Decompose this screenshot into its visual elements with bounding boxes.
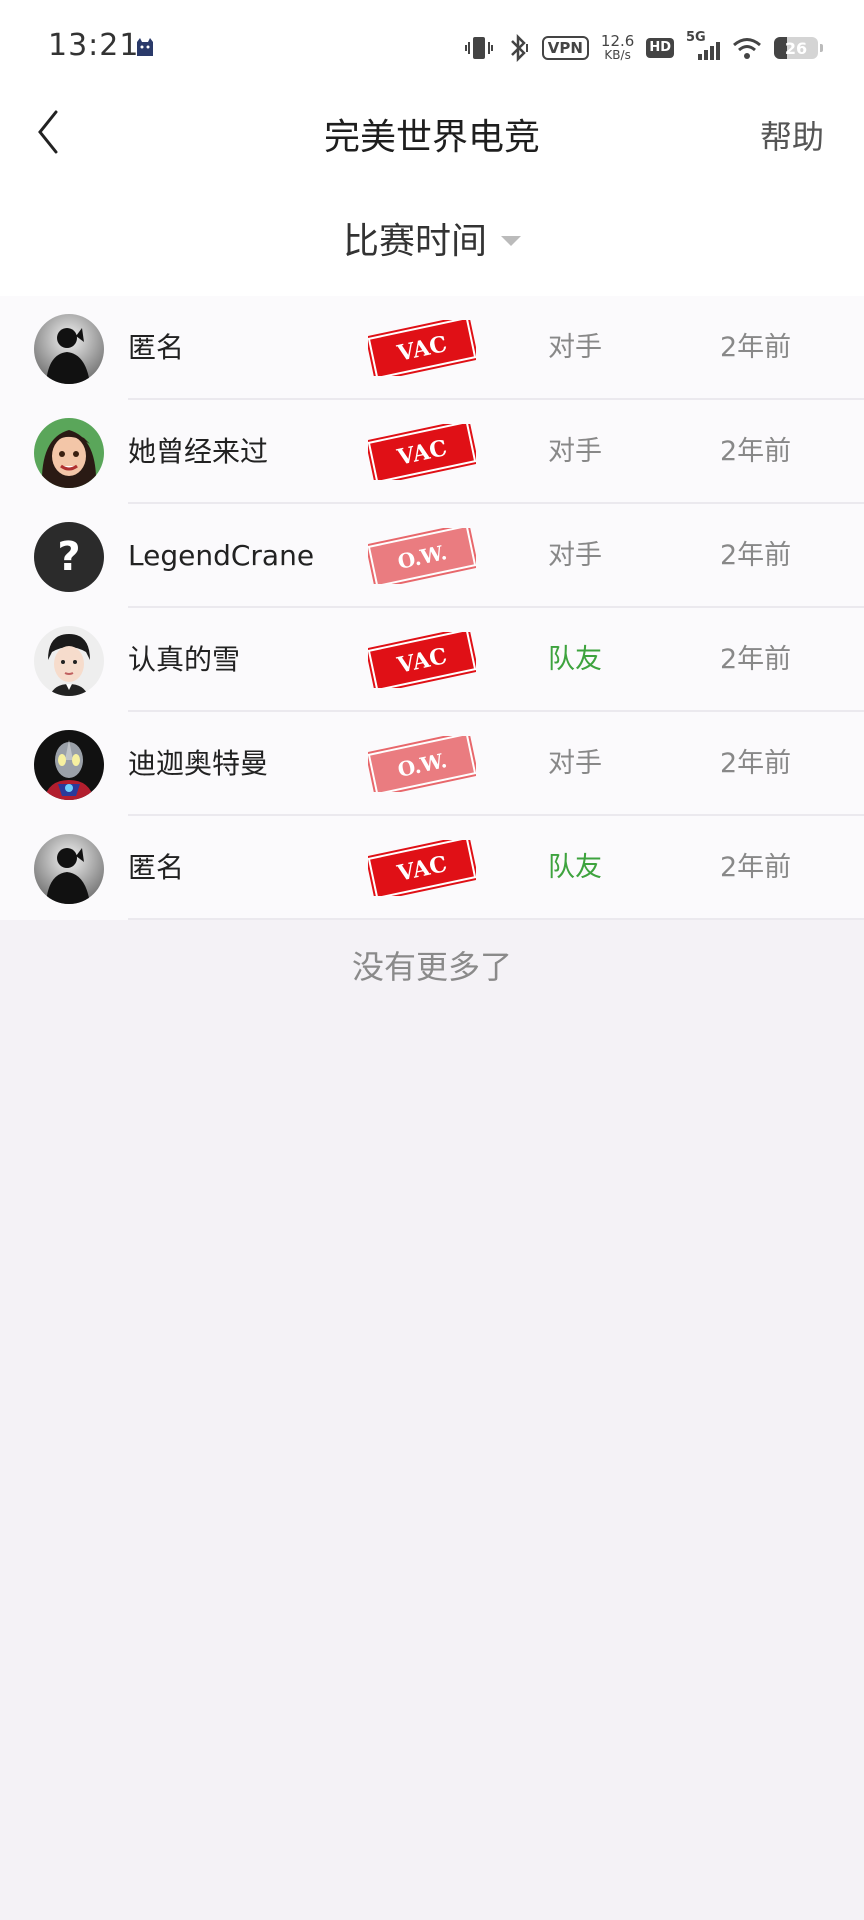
match-time: 2年前 (720, 436, 792, 467)
player-name: 认真的雪 (128, 643, 241, 676)
vpn-badge: VPN (541, 36, 589, 60)
battery-icon: 26 (774, 37, 823, 59)
help-button[interactable]: 帮助 (760, 112, 824, 158)
ultraman-avatar[interactable] (34, 730, 104, 800)
dropdown-caret-icon (501, 236, 521, 246)
player-name: LegendCrane (128, 539, 315, 572)
relation-label: 对手 (548, 748, 602, 779)
page-title: 完美世界电竞 (323, 117, 540, 158)
speed-value: 12.6 (600, 32, 635, 50)
match-time: 2年前 (720, 540, 792, 571)
speed-unit: KB/s (604, 48, 631, 62)
battery-level: 26 (784, 38, 808, 58)
player-name: 迪迦奥特曼 (128, 747, 269, 780)
match-time: 2年前 (720, 332, 792, 363)
sort-filter-dropdown[interactable]: 比赛时间 (0, 212, 864, 264)
navigation-bar: 完美世界电竞 帮助 (0, 96, 864, 166)
status-icons: VPN 12.6 KB/s HD 5G 26 (464, 30, 823, 66)
status-time: 13:21 (48, 28, 140, 63)
relation-label: 队友 (548, 852, 602, 883)
vibrate-icon (464, 37, 493, 59)
match-time: 2年前 (720, 644, 792, 675)
status-bar: 13:21 VPN 12.6 KB/s HD 5G 26 (0, 0, 864, 100)
silhouette-avatar[interactable] (34, 834, 104, 904)
player-row[interactable]: 匿名 VAC 对手 2年前 (0, 296, 864, 400)
cartoon-girl-avatar[interactable] (34, 418, 104, 488)
sort-filter-label: 比赛时间 (342, 221, 487, 262)
signal-5g-icon: 5G (686, 30, 720, 62)
match-time: 2年前 (720, 748, 792, 779)
vac-ban-stamp: VAC (365, 418, 479, 486)
svg-text:?: ? (57, 534, 80, 580)
question-mark-avatar[interactable]: ? (34, 522, 104, 592)
player-row[interactable]: 认真的雪 VAC 队友 2年前 (0, 608, 864, 712)
player-name: 匿名 (128, 331, 185, 364)
player-row[interactable]: 迪迦奥特曼 O.W. 对手 2年前 (0, 712, 864, 816)
hd-badge: HD (646, 38, 674, 58)
ow-ban-stamp: O.W. (365, 730, 479, 798)
cat-notification-icon (137, 38, 153, 56)
relation-label: 对手 (548, 540, 602, 571)
vac-ban-stamp: VAC (365, 626, 479, 694)
player-row[interactable]: 她曾经来过 VAC 对手 2年前 (0, 400, 864, 504)
player-row[interactable]: ? LegendCrane O.W. 对手 2年前 (0, 504, 864, 608)
person-photo-avatar[interactable] (34, 626, 104, 696)
ow-ban-stamp: O.W. (365, 522, 479, 590)
player-list: 匿名 VAC 对手 2年前 她曾经来过 VAC 对手 2年前? LegendCrane O.W. 对… (0, 296, 864, 920)
player-name: 匿名 (128, 851, 185, 884)
no-more-text: 没有更多了 (351, 948, 512, 986)
row-divider (128, 918, 864, 920)
network-speed: 12.6 KB/s (600, 32, 635, 63)
vac-ban-stamp: VAC (365, 834, 479, 902)
silhouette-avatar[interactable] (34, 314, 104, 384)
player-name: 她曾经来过 (128, 435, 269, 468)
player-row[interactable]: 匿名 VAC 队友 2年前 (0, 816, 864, 920)
match-time: 2年前 (720, 852, 792, 883)
wifi-icon (733, 38, 761, 59)
relation-label: 对手 (548, 332, 602, 363)
relation-label: 对手 (548, 436, 602, 467)
relation-label: 队友 (548, 644, 602, 675)
vac-ban-stamp: VAC (365, 314, 479, 382)
bluetooth-icon (510, 34, 528, 62)
